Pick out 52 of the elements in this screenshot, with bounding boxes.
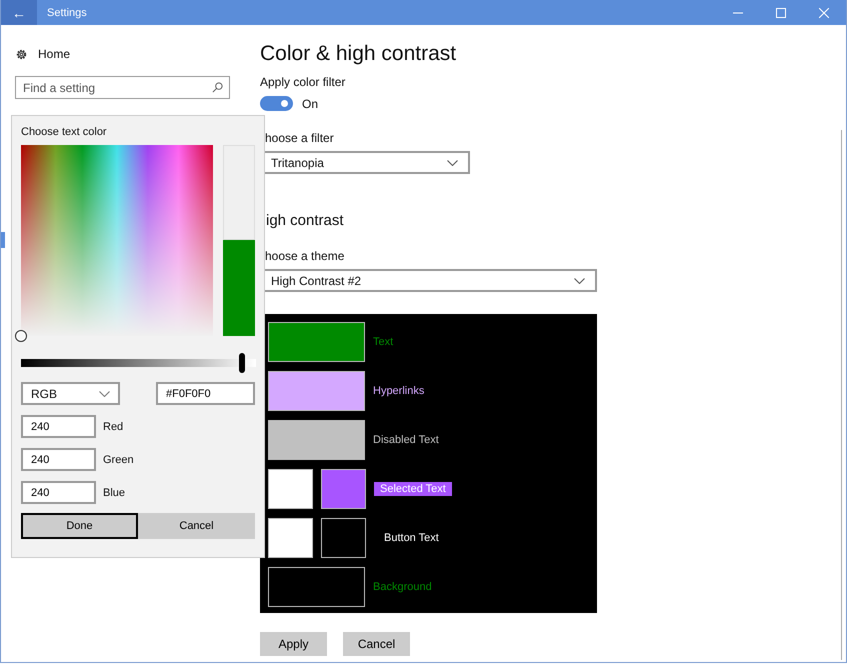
channel-label: Blue bbox=[103, 486, 126, 498]
preview-label: Button Text bbox=[384, 531, 439, 545]
selection-marker bbox=[1, 232, 5, 248]
color-swatch[interactable] bbox=[268, 567, 365, 607]
action-button[interactable]: Apply bbox=[260, 632, 327, 656]
color-swatch[interactable] bbox=[268, 469, 313, 509]
color-spectrum[interactable] bbox=[21, 145, 213, 336]
preview-label: Selected Text bbox=[380, 482, 446, 496]
field-label: Apply color filter bbox=[260, 75, 346, 89]
section-heading: igh contrast bbox=[266, 212, 345, 229]
maximize-icon[interactable] bbox=[776, 8, 786, 18]
color-swatch[interactable] bbox=[321, 518, 366, 558]
color-swatch[interactable] bbox=[268, 371, 365, 411]
field-label: hoose a theme bbox=[264, 249, 346, 263]
preview-label: Hyperlinks bbox=[373, 384, 424, 398]
page-title: Color & high contrast bbox=[260, 42, 458, 66]
mode-dropdown[interactable]: RGB bbox=[21, 382, 120, 405]
preview-label: Background bbox=[373, 580, 432, 594]
back-button[interactable]: ← bbox=[1, 0, 37, 25]
toggle-switch[interactable] bbox=[260, 96, 293, 111]
search-field[interactable]: Find a setting bbox=[15, 76, 230, 99]
home-link[interactable]: Home bbox=[38, 47, 70, 61]
action-button[interactable]: Cancel bbox=[343, 632, 410, 656]
dialog-button[interactable]: Done bbox=[21, 513, 138, 539]
chevron-icon bbox=[99, 390, 110, 396]
panel-title: Choose text color bbox=[21, 126, 108, 138]
color-swatch[interactable] bbox=[268, 322, 365, 362]
dialog-button[interactable]: Cancel bbox=[138, 513, 255, 539]
channel-field[interactable]: 240 bbox=[21, 415, 96, 438]
channel-field[interactable]: 240 bbox=[21, 481, 96, 504]
settings-icon[interactable] bbox=[15, 48, 28, 60]
window-title: Settings bbox=[47, 6, 87, 18]
channel-label: Green bbox=[103, 454, 134, 466]
search-icon[interactable] bbox=[212, 82, 223, 93]
scrollbar[interactable] bbox=[841, 130, 842, 660]
chevron-icon bbox=[447, 160, 458, 166]
brightness-slider[interactable] bbox=[21, 353, 256, 373]
theme-dropdown[interactable]: High Contrast #2 bbox=[263, 269, 597, 292]
preview-label: Disabled Text bbox=[373, 433, 439, 447]
toggle-state: On bbox=[302, 96, 318, 110]
filter-dropdown[interactable]: Tritanopia bbox=[263, 151, 470, 174]
color-swatch[interactable] bbox=[321, 469, 366, 509]
channel-field[interactable]: 240 bbox=[21, 448, 96, 471]
hex-field[interactable]: #F0F0F0 bbox=[156, 382, 255, 405]
chevron-icon bbox=[574, 278, 585, 284]
color-swatch[interactable] bbox=[268, 518, 313, 558]
close-icon[interactable] bbox=[819, 8, 829, 18]
picker-handle[interactable] bbox=[15, 330, 27, 342]
preview-label: Text bbox=[373, 335, 394, 349]
field-label: hoose a filter bbox=[264, 131, 335, 145]
channel-label: Red bbox=[103, 420, 124, 432]
color-swatch[interactable] bbox=[268, 420, 365, 460]
